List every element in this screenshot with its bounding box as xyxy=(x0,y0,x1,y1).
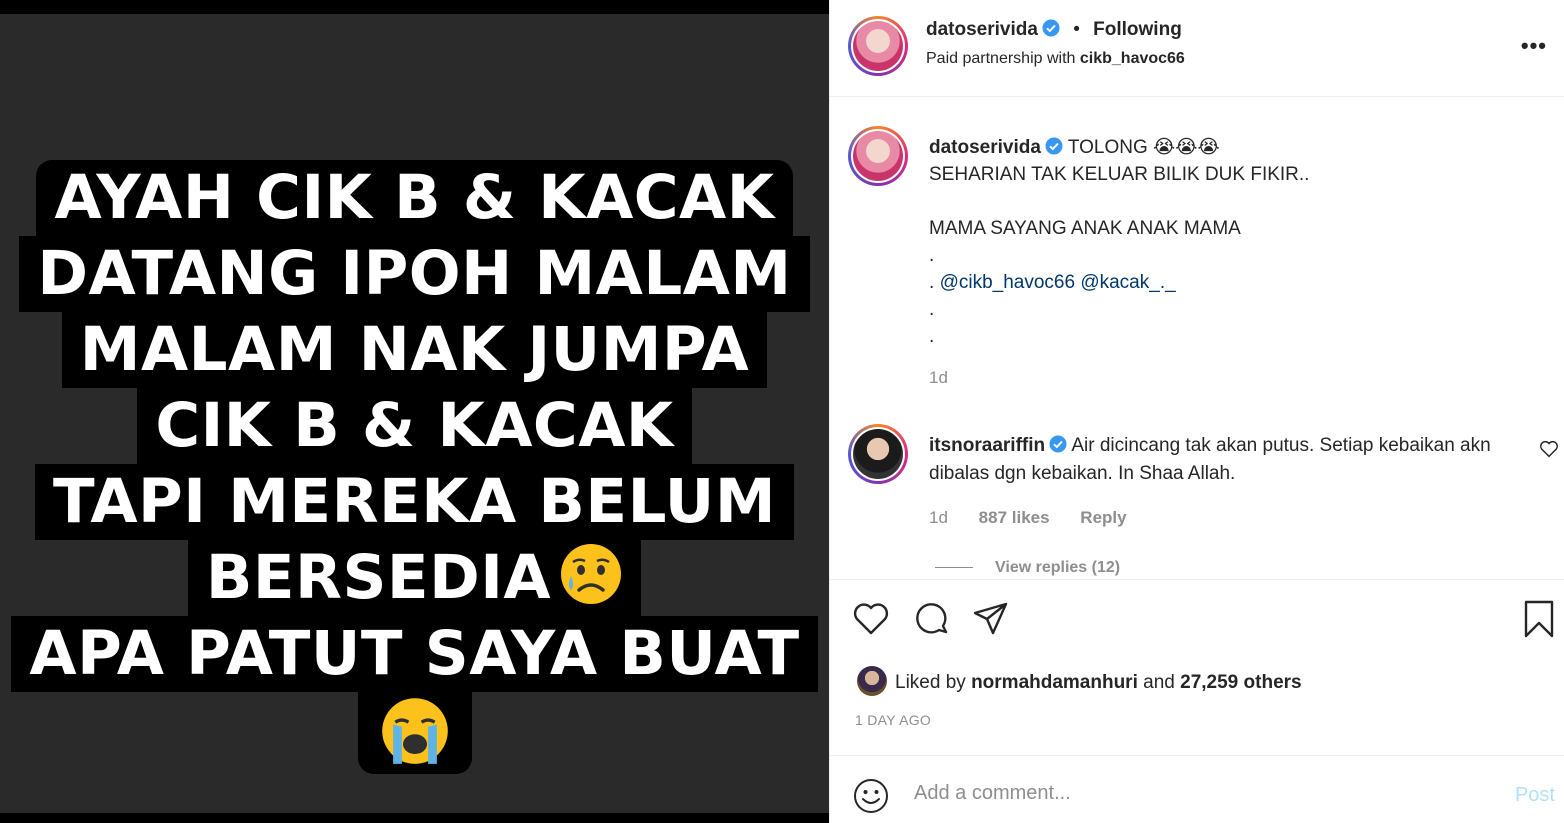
save-bookmark-icon[interactable] xyxy=(1519,599,1559,639)
comment-likes[interactable]: 887 likes xyxy=(979,508,1050,527)
caption-author-avatar[interactable] xyxy=(848,126,908,186)
story-line: APA PATUT SAYA BUAT xyxy=(11,616,818,692)
post-comment-button[interactable]: Post xyxy=(1515,784,1555,807)
likes-prefix: Liked by xyxy=(895,672,966,693)
emoji-smiley-icon[interactable] xyxy=(853,778,889,814)
header-author-row: datoserivida • Following xyxy=(926,19,1182,41)
post-media[interactable]: AYAH CIK B & KACAK DATANG IPOH MALAM MAL… xyxy=(0,0,829,823)
replies-dash xyxy=(935,567,973,569)
liker-avatar[interactable] xyxy=(857,666,887,696)
reply-button[interactable]: Reply xyxy=(1080,508,1126,527)
more-options-icon[interactable]: ••• xyxy=(1521,33,1547,59)
like-comment-heart-icon[interactable] xyxy=(1538,438,1560,460)
commenter-avatar[interactable] xyxy=(848,424,908,484)
post-timestamp[interactable]: 1 DAY AGO xyxy=(855,712,931,728)
paid-partnership-label: Paid partnership with cikb_havoc66 xyxy=(926,50,1185,68)
liker-username[interactable]: normahdamanhuri xyxy=(971,672,1138,693)
caption-username[interactable]: datoserivida xyxy=(929,137,1041,158)
mention-link[interactable]: @cikb_havoc66 xyxy=(940,272,1075,293)
separator-dot: • xyxy=(1073,19,1080,40)
story-line: DATANG IPOH MALAM xyxy=(19,236,810,312)
following-button[interactable]: Following xyxy=(1093,19,1182,40)
story-line: AYAH CIK B & KACAK xyxy=(36,160,793,236)
comment-bubble-icon[interactable] xyxy=(912,599,952,639)
caption-emojis: 😭😭😭 xyxy=(1153,137,1220,158)
sad-face-icon xyxy=(561,544,622,604)
caption-dot: . xyxy=(929,299,935,320)
add-comment-bar: Post xyxy=(830,755,1564,823)
media-bottom-bar xyxy=(0,813,829,823)
story-line-text: BERSEDIA xyxy=(205,542,552,613)
media-top-bar xyxy=(0,0,829,14)
author-avatar[interactable] xyxy=(848,16,908,76)
caption-line: MAMA SAYANG ANAK ANAK MAMA xyxy=(929,218,1241,239)
instagram-post-modal: AYAH CIK B & KACAK DATANG IPOH MALAM MAL… xyxy=(0,0,1564,823)
partner-username[interactable]: cikb_havoc66 xyxy=(1080,50,1185,67)
commenter-username[interactable]: itsnoraariffin xyxy=(929,435,1045,456)
loudly-crying-icon xyxy=(381,698,448,764)
comment-input[interactable] xyxy=(914,782,1474,805)
verified-badge-icon xyxy=(1045,137,1063,155)
story-text-block: AYAH CIK B & KACAK DATANG IPOH MALAM MAL… xyxy=(0,160,829,774)
mention-link[interactable]: @kacak_._ xyxy=(1080,272,1175,293)
caption-dot: . xyxy=(929,245,935,266)
story-line-with-emoji: BERSEDIA xyxy=(187,540,642,616)
caption-line: SEHARIAN TAK KELUAR BILIK DUK FIKIR.. xyxy=(929,164,1310,185)
view-replies-label: View replies (12) xyxy=(995,559,1121,576)
likes-summary: Liked by normahdamanhuri and 27,259 othe… xyxy=(857,666,1302,696)
author-username[interactable]: datoserivida xyxy=(926,19,1038,40)
like-heart-icon[interactable] xyxy=(851,599,891,639)
likes-and: and xyxy=(1143,672,1175,693)
comments-section[interactable]: datoserivida TOLONG 😭😭😭 SEHARIAN TAK KEL… xyxy=(830,98,1564,579)
share-paper-plane-icon[interactable] xyxy=(971,599,1011,639)
caption-age[interactable]: 1d xyxy=(929,364,1529,391)
verified-badge-icon xyxy=(1042,19,1060,37)
post-details-panel: datoserivida • Following Paid partnershi… xyxy=(829,0,1564,823)
likes-others-link[interactable]: 27,259 others xyxy=(1180,672,1301,693)
story-line: TAPI MEREKA BELUM xyxy=(34,464,795,540)
story-image: AYAH CIK B & KACAK DATANG IPOH MALAM MAL… xyxy=(0,14,829,813)
story-line: CIK B & KACAK xyxy=(137,388,692,464)
post-actions: Liked by normahdamanhuri and 27,259 othe… xyxy=(830,579,1564,755)
caption-title: TOLONG xyxy=(1067,137,1148,158)
comment: itsnoraariffin Air dicincang tak akan pu… xyxy=(929,432,1519,532)
story-line: MALAM NAK JUMPA xyxy=(61,312,768,388)
paid-partnership-prefix: Paid partnership with xyxy=(926,50,1076,67)
caption-dot: . xyxy=(929,326,935,347)
caption-dot-prefix: . xyxy=(929,272,940,293)
comment-age[interactable]: 1d xyxy=(929,508,948,527)
comment-meta: 1d 887 likes Reply xyxy=(929,504,1519,532)
post-header: datoserivida • Following Paid partnershi… xyxy=(830,0,1564,97)
story-emoji-line xyxy=(357,692,472,774)
verified-badge-icon xyxy=(1049,435,1067,453)
caption: datoserivida TOLONG 😭😭😭 SEHARIAN TAK KEL… xyxy=(929,134,1529,391)
caption-mentions: . @cikb_havoc66 @kacak_._ xyxy=(929,269,1529,296)
view-replies-button[interactable]: View replies (12) xyxy=(935,559,1120,577)
